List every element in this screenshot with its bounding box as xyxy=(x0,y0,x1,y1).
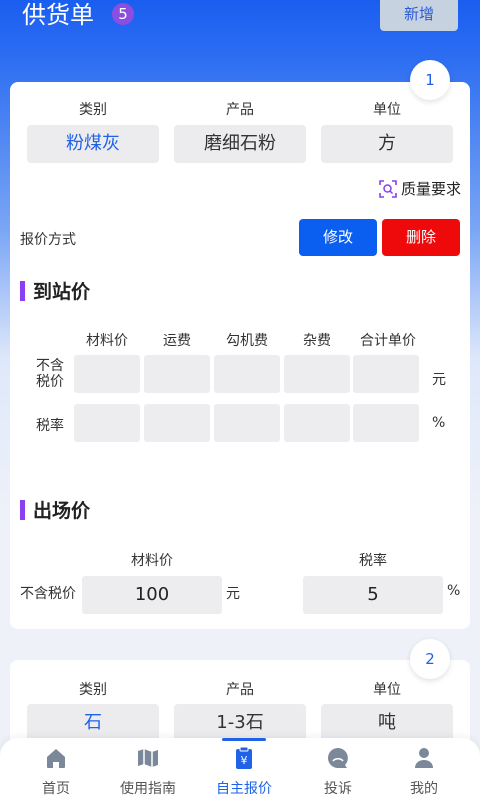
quality-requirement-link[interactable]: 质量要求 xyxy=(379,178,461,199)
product-value[interactable]: 1-3石 xyxy=(174,704,306,742)
tab-label: 我的 xyxy=(410,781,438,797)
station-misc-input[interactable] xyxy=(284,355,350,393)
card-index-badge: 2 xyxy=(410,639,450,679)
tab-complaint[interactable]: 投诉 xyxy=(290,738,386,800)
station-freight-input[interactable] xyxy=(144,355,210,393)
product-value[interactable]: 磨细石粉 xyxy=(174,125,306,163)
header-excavator: 勾机费 xyxy=(226,333,268,349)
unit-label: 单位 xyxy=(373,682,401,698)
station-price-title-text: 到站价 xyxy=(33,281,91,303)
header-misc: 杂费 xyxy=(303,333,331,349)
factory-material-header: 材料价 xyxy=(131,553,173,569)
add-button[interactable]: 新增 xyxy=(380,0,458,31)
active-indicator xyxy=(222,738,266,741)
edit-button[interactable]: 修改 xyxy=(299,219,377,256)
tax-freight-input[interactable] xyxy=(144,404,210,442)
factory-percent-unit: % xyxy=(447,583,461,599)
unit-value[interactable]: 方 xyxy=(321,125,453,163)
count-badge: 5 xyxy=(112,3,134,25)
quality-label: 质量要求 xyxy=(401,180,462,198)
factory-pretax-label: 不含税价 xyxy=(20,586,76,602)
factory-yuan-unit: 元 xyxy=(226,586,240,602)
header-total: 合计单价 xyxy=(360,333,416,349)
section-bar xyxy=(20,280,25,301)
supply-card: 类别 产品 单位 粉煤灰 磨细石粉 方 质量要求 报价方式 修改 删除 到站价 … xyxy=(10,82,470,629)
tax-rate-label: 税率 xyxy=(36,418,64,434)
tab-guide[interactable]: 使用指南 xyxy=(100,738,196,800)
header-freight: 运费 xyxy=(163,333,191,349)
tax-excavator-input[interactable] xyxy=(214,404,280,442)
tab-home[interactable]: 首页 xyxy=(8,738,104,800)
product-label: 产品 xyxy=(226,682,254,698)
clipboard-yen-icon: ¥ xyxy=(236,746,252,769)
tax-total-input[interactable] xyxy=(353,404,419,442)
unit-label: 单位 xyxy=(373,102,401,118)
home-icon xyxy=(47,749,65,768)
factory-tax-header: 税率 xyxy=(359,553,387,569)
station-total-input[interactable] xyxy=(353,355,419,393)
yuan-unit: 元 xyxy=(432,372,446,388)
tab-label: 使用指南 xyxy=(120,781,176,797)
tax-material-input[interactable] xyxy=(74,404,140,442)
station-excavator-input[interactable] xyxy=(214,355,280,393)
tax-misc-input[interactable] xyxy=(284,404,350,442)
bottom-tab-bar: 首页 使用指南 ¥ 自主报价 投诉 我的 xyxy=(0,738,480,800)
unit-value[interactable]: 吨 xyxy=(321,704,453,742)
complaint-icon xyxy=(328,748,348,768)
svg-text:¥: ¥ xyxy=(241,754,248,767)
category-label: 类别 xyxy=(79,102,107,118)
pretax-label-line2: 税价 xyxy=(36,374,64,390)
category-value[interactable]: 石 xyxy=(27,704,159,742)
quote-method-label: 报价方式 xyxy=(20,232,76,248)
user-icon xyxy=(415,748,433,768)
factory-material-input[interactable]: 100 xyxy=(82,576,222,614)
delete-button[interactable]: 删除 xyxy=(382,219,460,256)
header-material: 材料价 xyxy=(86,333,128,349)
percent-unit: % xyxy=(432,415,446,431)
station-price-title: 到站价 xyxy=(20,277,90,304)
card-index-badge: 1 xyxy=(410,60,450,100)
tab-label: 首页 xyxy=(42,781,70,797)
product-label: 产品 xyxy=(226,102,254,118)
category-label: 类别 xyxy=(79,682,107,698)
factory-price-title-text: 出场价 xyxy=(33,500,91,522)
category-value[interactable]: 粉煤灰 xyxy=(27,125,159,163)
page-title: 供货单 xyxy=(22,1,94,29)
section-bar xyxy=(20,499,25,520)
header: 供货单 5 新增 xyxy=(0,0,480,40)
tab-label: 投诉 xyxy=(324,781,352,797)
map-icon xyxy=(138,749,158,767)
factory-tax-input[interactable]: 5 xyxy=(303,576,443,614)
tab-profile[interactable]: 我的 xyxy=(376,738,472,800)
tab-label: 自主报价 xyxy=(216,781,272,797)
scan-icon xyxy=(379,179,397,198)
tab-quote[interactable]: ¥ 自主报价 xyxy=(196,738,292,800)
station-material-input[interactable] xyxy=(74,355,140,393)
factory-price-title: 出场价 xyxy=(20,496,90,523)
